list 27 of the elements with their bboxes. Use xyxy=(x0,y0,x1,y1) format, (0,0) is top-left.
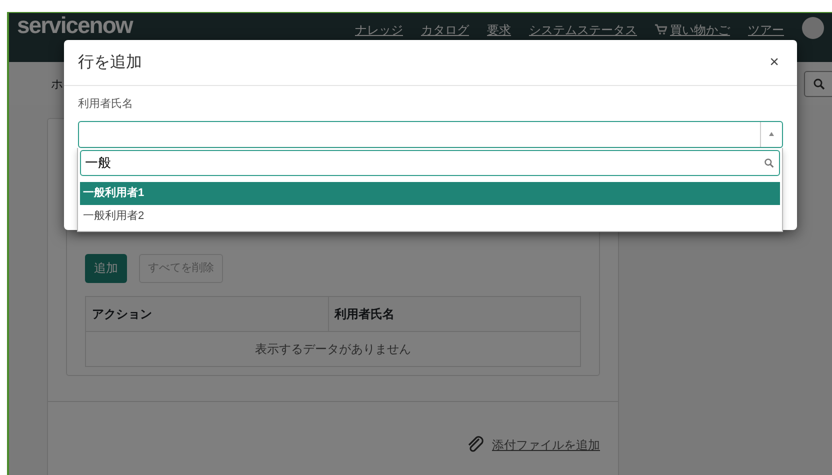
nav-link[interactable]: カタログ xyxy=(421,18,469,36)
column-header: 利用者氏名 xyxy=(328,296,580,331)
nav-link[interactable]: システムステータス xyxy=(529,18,637,36)
close-button[interactable]: × xyxy=(766,50,783,74)
search-field[interactable]: 一般 xyxy=(80,150,780,176)
caret-icon xyxy=(769,132,774,136)
nav-link[interactable]: 要求 xyxy=(487,18,511,36)
nav-link[interactable]: ナレッジ xyxy=(355,18,403,36)
search-icon xyxy=(813,78,825,90)
column-header: アクション xyxy=(86,296,328,331)
nav-link[interactable]: ツアー xyxy=(748,18,784,36)
logo[interactable]: servicenow xyxy=(17,14,132,37)
search-button[interactable] xyxy=(804,70,832,96)
paperclip-icon xyxy=(466,434,486,454)
dropdown-option[interactable]: 一般利用者2 xyxy=(80,204,780,227)
field-label: 利用者氏名 xyxy=(78,97,134,112)
dropdown-option[interactable]: 一般利用者1 xyxy=(80,182,780,204)
cart-icon xyxy=(655,24,667,35)
attachment-link[interactable]: 添付ファイルを追加 xyxy=(492,436,600,454)
modal-title: 行を追加 xyxy=(78,52,142,72)
breadcrumb-link[interactable]: ホ xyxy=(51,74,63,92)
search-icon xyxy=(764,158,774,168)
nav-link[interactable]: 買い物かご xyxy=(655,18,730,36)
avatar[interactable] xyxy=(802,17,824,39)
select-field[interactable] xyxy=(78,120,783,148)
empty-message: 表示するデータがありません xyxy=(86,331,580,366)
add-button[interactable]: 追加 xyxy=(85,254,127,282)
